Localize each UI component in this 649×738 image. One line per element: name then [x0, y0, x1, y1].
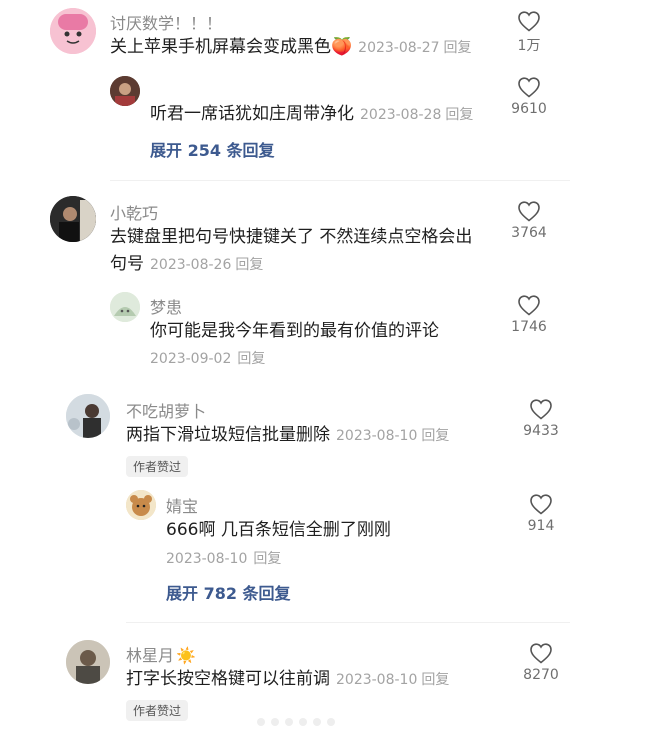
- heart-icon: [530, 643, 552, 664]
- avatar[interactable]: [110, 292, 140, 322]
- like-button[interactable]: 9610: [499, 76, 559, 117]
- avatar[interactable]: [110, 76, 140, 106]
- page-indicator: [256, 712, 340, 731]
- author-liked-badge: 作者赞过: [126, 700, 189, 721]
- username[interactable]: 不吃胡萝卜: [126, 398, 206, 422]
- comment-text: 两指下滑垃圾短信批量删除 2023-08-10 回复: [126, 425, 450, 445]
- like-count: 1万: [517, 38, 541, 54]
- comment-text: 666啊 几百条短信全删了刚刚: [166, 520, 391, 540]
- timestamp: 2023-08-10: [166, 551, 248, 567]
- heart-icon: [518, 201, 540, 222]
- comment-text: 你可能是我今年看到的最有价值的评论: [150, 321, 439, 341]
- timestamp: 2023-08-10: [336, 428, 418, 444]
- reply-button[interactable]: 回复: [421, 672, 449, 688]
- reply-button[interactable]: 回复: [237, 351, 265, 367]
- like-button[interactable]: 1万: [499, 10, 559, 55]
- heart-icon: [518, 295, 540, 316]
- comment-text: 打字长按空格键可以往前调 2023-08-10 回复: [126, 669, 450, 689]
- avatar[interactable]: [66, 640, 110, 684]
- comment-text: 关上苹果手机屏幕会变成黑色🍑 2023-08-27 回复: [110, 37, 472, 57]
- like-button[interactable]: 9433: [511, 398, 571, 439]
- reply-button[interactable]: 回复: [421, 428, 449, 444]
- timestamp: 2023-08-27: [358, 40, 440, 56]
- avatar[interactable]: [126, 490, 156, 520]
- like-button[interactable]: 8270: [511, 642, 571, 683]
- comment-text: 听君一席话犹如庄周带净化 2023-08-28 回复: [150, 104, 474, 124]
- timestamp: 2023-08-10: [336, 672, 418, 688]
- expand-replies-link[interactable]: 展开 782 条回复: [166, 580, 291, 604]
- username[interactable]: 小乾巧: [110, 200, 158, 224]
- peach-emoji-icon: 🍑: [331, 37, 353, 57]
- username[interactable]: 林星月 ☀️: [126, 642, 196, 666]
- reply-button[interactable]: 回复: [253, 551, 281, 567]
- timestamp: 2023-08-26: [150, 257, 232, 273]
- reply-button[interactable]: 回复: [445, 107, 473, 123]
- heart-icon: [530, 399, 552, 420]
- username[interactable]: 讨厌数学！！！: [110, 10, 222, 34]
- like-button[interactable]: 3764: [499, 200, 559, 241]
- expand-replies-link[interactable]: 展开 254 条回复: [150, 137, 275, 161]
- comment-text: 句号 2023-08-26 回复: [110, 254, 264, 274]
- avatar[interactable]: [50, 196, 96, 242]
- timestamp: 2023-09-02: [150, 351, 232, 367]
- comment-meta: 2023-08-10 回复: [166, 548, 281, 568]
- timestamp: 2023-08-28: [360, 107, 442, 123]
- author-liked-badge: 作者赞过: [126, 456, 189, 477]
- comment-text: 去键盘里把句号快捷键关了 不然连续点空格会出: [110, 227, 473, 247]
- like-count: 1746: [511, 319, 547, 335]
- username[interactable]: 梦患: [150, 294, 182, 318]
- like-count: 9433: [523, 423, 559, 439]
- username[interactable]: 婧宝: [166, 493, 198, 517]
- reply-button[interactable]: 回复: [444, 40, 472, 56]
- like-button[interactable]: 1746: [499, 294, 559, 335]
- heart-icon: [530, 494, 552, 515]
- avatar[interactable]: [50, 8, 96, 54]
- reply-button[interactable]: 回复: [235, 257, 263, 273]
- divider: [126, 622, 570, 623]
- divider: [110, 180, 570, 181]
- like-button[interactable]: 914: [511, 493, 571, 534]
- avatar[interactable]: [66, 394, 110, 438]
- like-count: 9610: [511, 101, 547, 117]
- heart-icon: [518, 77, 540, 98]
- like-count: 8270: [523, 667, 559, 683]
- like-count: 914: [527, 518, 555, 534]
- comment-meta: 2023-09-02 回复: [150, 348, 265, 368]
- sun-icon: ☀️: [176, 646, 196, 665]
- like-count: 3764: [511, 225, 547, 241]
- heart-icon: [518, 11, 540, 32]
